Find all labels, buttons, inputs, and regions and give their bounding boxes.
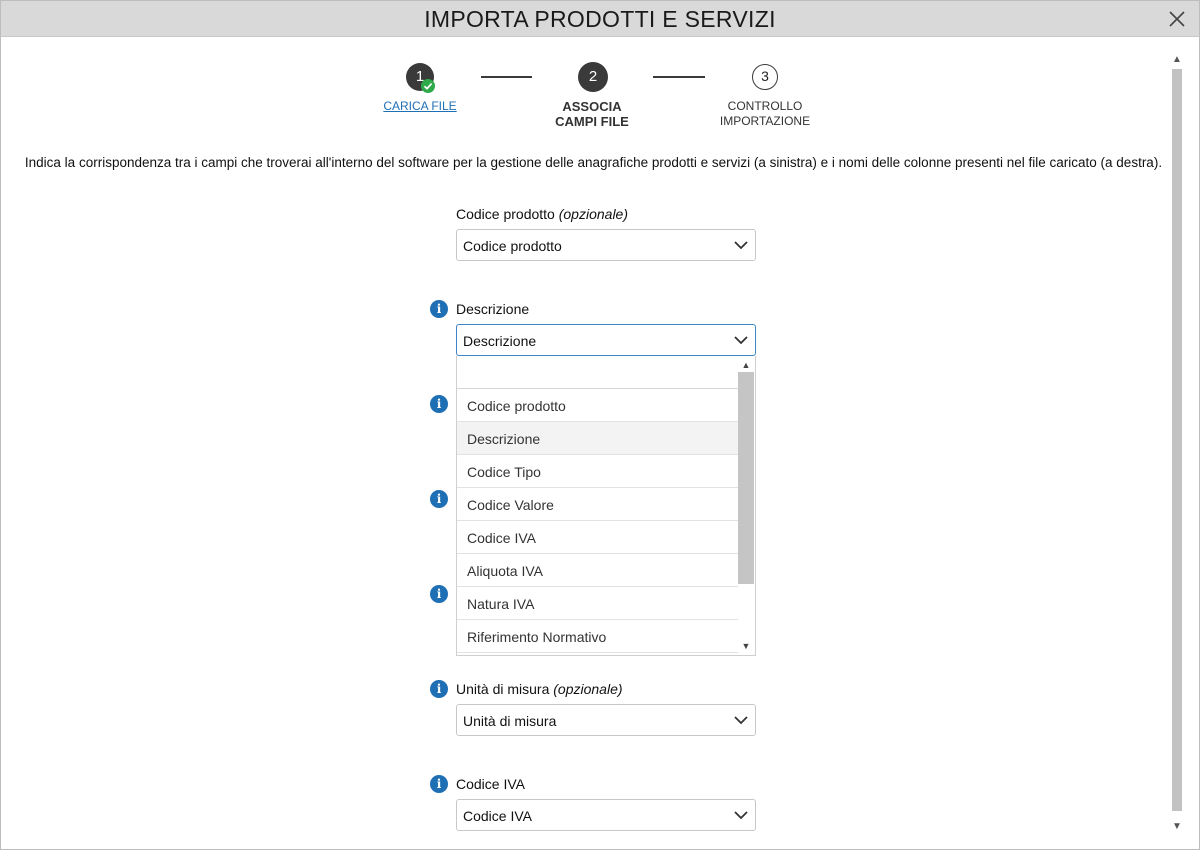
dropdown-scroll-thumb[interactable] <box>738 372 754 584</box>
select-descrizione[interactable]: Descrizione <box>456 324 756 356</box>
dropdown-option[interactable]: Codice IVA <box>457 521 739 554</box>
field-label-codice-iva: Codice IVA <box>456 776 525 792</box>
select-value: Descrizione <box>463 333 537 349</box>
dropdown-list: Codice prodotto Descrizione Codice Tipo … <box>457 389 739 653</box>
dropdown-option[interactable]: Riferimento Normativo <box>457 620 739 653</box>
step-3-circle: 3 <box>752 64 778 90</box>
info-icon[interactable]: i <box>430 395 448 413</box>
dropdown-option[interactable]: Descrizione <box>457 422 739 455</box>
step-1-label[interactable]: CARICA FILE <box>370 99 470 114</box>
dropdown-option[interactable]: Codice Tipo <box>457 455 739 488</box>
main-scroll-thumb[interactable] <box>1172 69 1182 811</box>
info-icon[interactable]: i <box>430 585 448 603</box>
chevron-down-icon <box>733 333 749 347</box>
select-codice-prodotto[interactable]: Codice prodotto <box>456 229 756 261</box>
info-icon[interactable]: i <box>430 490 448 508</box>
scroll-up-icon[interactable]: ▲ <box>1171 54 1183 66</box>
info-icon[interactable]: i <box>430 680 448 698</box>
chevron-down-icon <box>733 713 749 727</box>
select-value: Codice IVA <box>463 808 532 824</box>
intro-text: Indica la corrispondenza tra i campi che… <box>24 155 1163 170</box>
field-label-descrizione: Descrizione <box>456 301 530 317</box>
dropdown-option[interactable]: Natura IVA <box>457 587 739 620</box>
dialog-titlebar: IMPORTA PRODOTTI E SERVIZI <box>1 1 1199 37</box>
chevron-down-icon <box>733 238 749 252</box>
close-icon[interactable] <box>1167 9 1187 29</box>
select-value: Codice prodotto <box>463 238 562 254</box>
chevron-down-icon <box>733 808 749 822</box>
select-value: Unità di misura <box>463 713 557 729</box>
dropdown-panel: Codice prodotto Descrizione Codice Tipo … <box>456 356 756 656</box>
scroll-down-icon[interactable]: ▼ <box>740 640 752 652</box>
step-connector-2 <box>653 76 705 78</box>
check-icon <box>421 79 435 93</box>
step-2-circle: 2 <box>578 62 608 92</box>
select-unita-misura[interactable]: Unità di misura <box>456 704 756 736</box>
field-label-codice-prodotto: Codice prodotto (opzionale) <box>456 206 628 222</box>
main-scrollbar[interactable]: ▲ ▼ <box>1169 51 1185 837</box>
info-icon[interactable]: i <box>430 300 448 318</box>
dropdown-option[interactable]: Aliquota IVA <box>457 554 739 587</box>
dropdown-search-input[interactable] <box>457 356 739 389</box>
scroll-down-icon[interactable]: ▼ <box>1171 821 1183 833</box>
dropdown-option[interactable]: Codice prodotto <box>457 389 739 422</box>
field-label-unita-misura: Unità di misura (opzionale) <box>456 681 623 697</box>
step-3-label: CONTROLLO IMPORTAZIONE <box>719 99 811 128</box>
step-2-label: ASSOCIA CAMPI FILE <box>555 99 629 129</box>
import-dialog: IMPORTA PRODOTTI E SERVIZI 1 CARICA FILE… <box>0 0 1200 850</box>
dropdown-scrollbar[interactable]: ▲ ▼ <box>738 356 755 655</box>
dialog-title: IMPORTA PRODOTTI E SERVIZI <box>424 6 776 32</box>
select-codice-iva[interactable]: Codice IVA <box>456 799 756 831</box>
info-icon[interactable]: i <box>430 775 448 793</box>
step-connector-1 <box>481 76 532 78</box>
scroll-up-icon[interactable]: ▲ <box>740 359 752 371</box>
dropdown-option[interactable]: Codice Valore <box>457 488 739 521</box>
